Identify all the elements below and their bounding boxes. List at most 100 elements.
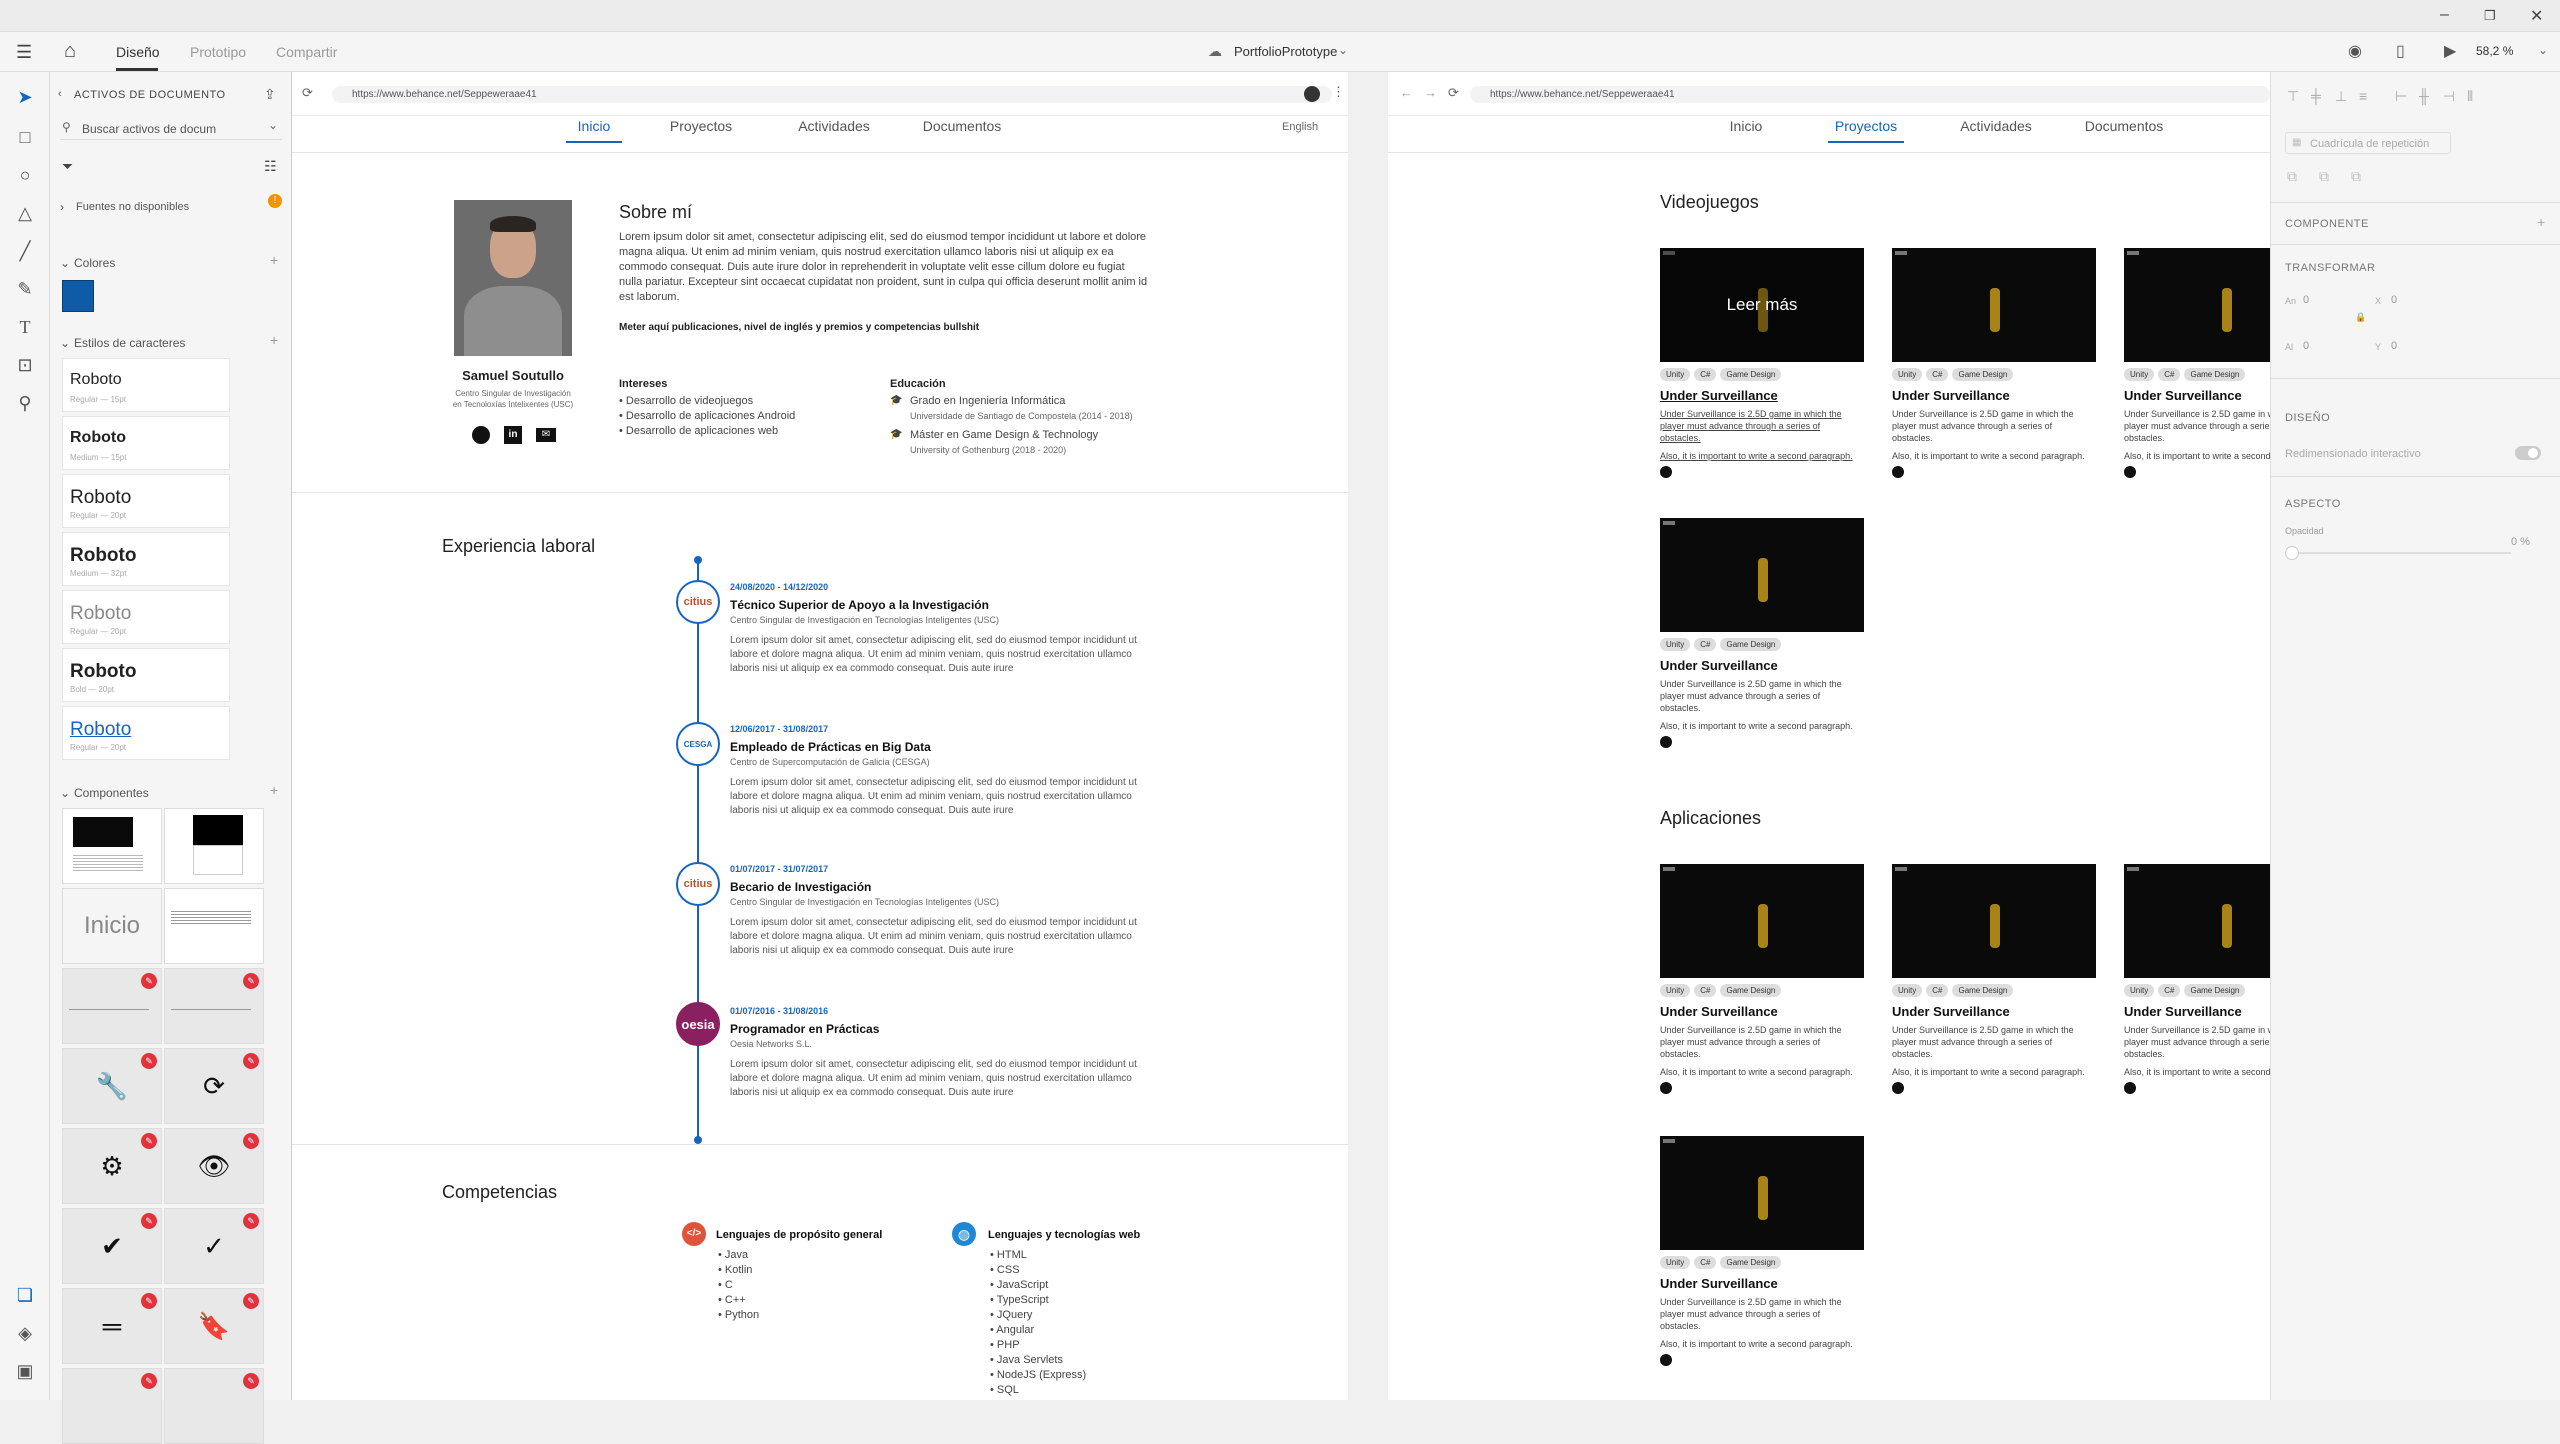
zoom-tool-icon[interactable]: ⚲ [12,390,38,416]
project-title[interactable]: Under Surveillance [1660,1004,1778,1019]
y-value[interactable]: 0 [2391,340,2397,352]
char-style-item[interactable]: Roboto Bold — 20pt [62,648,230,702]
zoom-chevron-icon[interactable]: ⌄ [2538,43,2548,57]
component-menu[interactable]: ═ ✎ [62,1288,162,1364]
project-thumbnail[interactable]: Leer más [1660,248,1864,362]
component-eye[interactable]: 👁 ✎ [164,1128,264,1204]
add-char-style-icon[interactable]: + [270,332,278,348]
project-thumbnail[interactable] [2124,864,2270,978]
color-swatch[interactable] [62,280,94,312]
char-style-item[interactable]: Roboto Regular — 20pt [62,474,230,528]
project-title[interactable]: Under Surveillance [1660,658,1778,673]
github-icon[interactable] [1660,1082,1672,1094]
chevron-down-icon[interactable]: ⌄ [1338,43,1348,57]
project-title[interactable]: Under Surveillance [1660,388,1778,403]
search-input[interactable]: Buscar activos de docum [82,122,216,136]
list-view-icon[interactable]: ☷ [264,158,277,175]
remove-badge-icon[interactable]: ✎ [243,973,259,989]
close-icon[interactable]: ✕ [2530,6,2543,26]
github-icon[interactable] [2124,466,2136,478]
remove-badge-icon[interactable]: ✎ [141,973,157,989]
tab-actividades[interactable]: Actividades [1956,118,2036,134]
height-value[interactable]: 0 [2303,340,2309,352]
boolean-intersect-icon[interactable]: ⧉ [2351,168,2361,185]
align-right-icon[interactable]: ⊣ [2443,88,2455,105]
opacity-slider[interactable] [2291,552,2511,554]
tab-inicio[interactable]: Inicio [1718,118,1774,134]
project-title[interactable]: Under Surveillance [1892,1004,2010,1019]
component-card-dark[interactable] [164,808,264,884]
project-title[interactable]: Under Surveillance [2124,1004,2242,1019]
component-item[interactable]: ✎ [62,1368,162,1444]
project-thumbnail[interactable] [1660,518,1864,632]
github-icon[interactable] [1892,1082,1904,1094]
hamburger-menu-icon[interactable]: ☰ [16,42,32,63]
url-field[interactable]: https://www.behance.net/Seppeweraae41 [1470,86,2270,103]
char-style-item[interactable]: Roboto Medium — 32pt [62,532,230,586]
remove-badge-icon[interactable]: ✎ [243,1373,259,1389]
filter-icon[interactable]: ⏷ [62,158,73,175]
line-tool-icon[interactable]: ╱ [12,238,38,264]
char-styles-chevron-icon[interactable]: ⌄ [60,336,70,350]
component-settings[interactable]: ⚙ ✎ [62,1128,162,1204]
mobile-preview-icon[interactable]: ▯ [2396,41,2405,61]
colors-label[interactable]: Colores [74,256,115,270]
opacity-slider-thumb[interactable] [2285,546,2299,560]
minimize-icon[interactable]: – [2440,6,2449,24]
components-label[interactable]: Componentes [74,786,149,800]
expand-chevron-icon[interactable]: › [60,200,64,214]
remove-badge-icon[interactable]: ✎ [141,1213,157,1229]
artboard-home[interactable]: ⟳ https://www.behance.net/Seppeweraae41 … [292,72,1348,1400]
search-chevron-icon[interactable]: ⌄ [268,118,278,132]
add-color-icon[interactable]: + [270,252,278,268]
tab-inicio[interactable]: Inicio [566,118,622,143]
reload-icon[interactable]: ⟳ [302,85,313,101]
project-thumbnail[interactable] [2124,248,2270,362]
project-thumbnail[interactable] [1660,1136,1864,1250]
boolean-subtract-icon[interactable]: ⧉ [2319,168,2329,185]
project-title[interactable]: Under Surveillance [1660,1276,1778,1291]
project-thumbnail[interactable] [1892,864,2096,978]
user-icon[interactable]: ◉ [2348,41,2362,61]
missing-fonts-label[interactable]: Fuentes no disponibles [76,201,189,213]
project-title[interactable]: Under Surveillance [1892,388,2010,403]
component-divider-2[interactable]: ✎ [164,968,264,1044]
artboard-projects[interactable]: ← → ⟳ https://www.behance.net/Seppeweraa… [1388,72,2270,1400]
project-title[interactable]: Under Surveillance [2124,388,2242,403]
project-thumbnail[interactable] [1892,248,2096,362]
zoom-level[interactable]: 58,2 % [2476,44,2513,58]
plugins-icon[interactable]: ▣ [12,1358,38,1384]
opacity-value[interactable]: 0 % [2511,536,2530,548]
assets-panel-icon[interactable]: ❏ [12,1282,38,1308]
tab-share[interactable]: Compartir [276,44,337,60]
restore-icon[interactable]: ❐ [2484,8,2496,24]
layers-icon[interactable]: ◈ [12,1320,38,1346]
tab-actividades[interactable]: Actividades [794,118,874,134]
back-chevron-icon[interactable]: ‹ [58,88,62,100]
component-education-item[interactable] [164,888,264,964]
tab-documentos[interactable]: Documentos [920,118,1004,134]
char-style-item[interactable]: Roboto Medium — 15pt [62,416,230,470]
remove-badge-icon[interactable]: ✎ [141,1053,157,1069]
forward-arrow-icon[interactable]: → [1424,85,1437,100]
github-icon[interactable] [1660,1354,1672,1366]
components-chevron-icon[interactable]: ⌄ [60,786,70,800]
remove-badge-icon[interactable]: ✎ [141,1293,157,1309]
remove-badge-icon[interactable]: ✎ [141,1373,157,1389]
share-assets-icon[interactable]: ⇪ [264,86,276,103]
component-wrench[interactable]: 🔧 ✎ [62,1048,162,1124]
component-sync[interactable]: ⟳ ✎ [164,1048,264,1124]
component-card-preview[interactable] [62,808,162,884]
back-arrow-icon[interactable]: ← [1400,85,1413,100]
width-value[interactable]: 0 [2303,294,2309,306]
tab-design[interactable]: Diseño [116,44,160,60]
char-style-item[interactable]: Roboto Regular — 20pt [62,590,230,644]
github-icon[interactable] [472,426,490,444]
remove-badge-icon[interactable]: ✎ [243,1053,259,1069]
component-item[interactable]: ✎ [164,1368,264,1444]
component-check-outline[interactable]: ✓ ✎ [164,1208,264,1284]
email-icon[interactable]: ✉ [536,428,556,442]
distribute-v-icon[interactable]: ≡ [2359,88,2367,104]
component-bookmark[interactable]: 🔖 ✎ [164,1288,264,1364]
project-thumbnail[interactable] [1660,864,1864,978]
